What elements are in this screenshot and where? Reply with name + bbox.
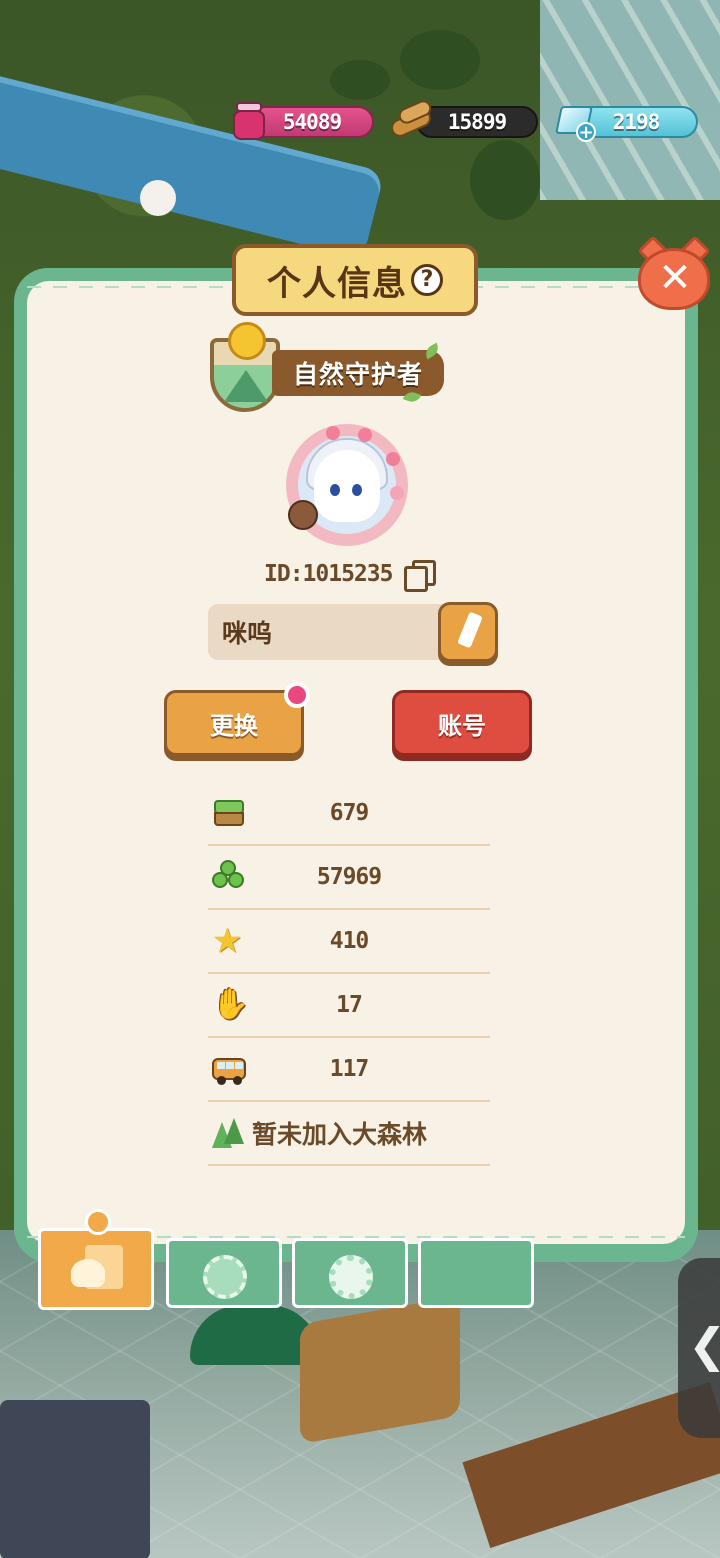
stat-value: 117 [329, 1056, 370, 1082]
tree [400, 30, 480, 90]
gear-icon [329, 1255, 373, 1299]
greenhouse [540, 0, 720, 200]
diamond-plus-icon[interactable]: + [555, 102, 596, 142]
stat-value: 57969 [316, 864, 382, 890]
close-icon: ✕ [658, 255, 692, 301]
nickname-value: 咪呜 [222, 619, 273, 648]
stat-value: 410 [329, 928, 370, 954]
close-button[interactable]: ✕ [636, 235, 714, 312]
panel-title: 个人信息 [267, 263, 407, 304]
stat-row: 57969 [208, 846, 490, 910]
change-avatar-button[interactable]: 更换 [164, 690, 304, 756]
tab-hanger [85, 1209, 111, 1235]
jam-jar-icon [232, 102, 266, 142]
forest-status-row[interactable]: 暂未加入大森林 [208, 1102, 490, 1166]
profile-tab[interactable] [38, 1209, 154, 1310]
panel-title-plate: 个人信息 ? [232, 244, 478, 316]
panel-tab-bar [38, 1209, 538, 1310]
bear-icon [288, 500, 318, 530]
notification-dot [284, 682, 310, 708]
market-stall [0, 1400, 150, 1558]
tree [330, 60, 390, 100]
profile-card-icon [71, 1245, 123, 1289]
stat-row: 679 [208, 782, 490, 846]
stat-value: 17 [336, 992, 363, 1018]
chevron-left-icon: ❮ [688, 1318, 720, 1372]
badge-title-ribbon: 自然守护者 [272, 350, 444, 396]
pencil-icon [457, 611, 483, 649]
badge-title: 自然守护者 [292, 360, 423, 389]
account-button[interactable]: 账号 [392, 690, 532, 756]
bunny-character [140, 180, 176, 216]
album-icon [451, 1255, 503, 1299]
stat-row: ✋ 17 [208, 974, 490, 1038]
player-id-row: ID:1015235 [264, 560, 437, 592]
badge-icon [203, 1255, 247, 1299]
stats-list: 679 57969 ★ 410 ✋ 17 117 暂未加入大森林 [208, 782, 490, 1166]
stat-row: 117 [208, 1038, 490, 1102]
forest-trees-icon [212, 1116, 246, 1150]
jam-currency[interactable]: 54089 [232, 102, 374, 142]
wood-currency[interactable]: 15899 [388, 97, 538, 140]
gem-currency[interactable]: + 2198 [555, 102, 698, 142]
stat-value: 679 [329, 800, 370, 826]
avatar[interactable] [286, 424, 408, 546]
badges-tab[interactable] [166, 1238, 282, 1308]
forest-status: 暂未加入大森林 [252, 1120, 428, 1149]
side-expand-button[interactable]: ❮ [678, 1258, 720, 1438]
album-tab[interactable] [418, 1238, 534, 1308]
settings-tab[interactable] [292, 1238, 408, 1308]
help-icon[interactable]: ? [411, 264, 443, 296]
tree [470, 140, 540, 220]
wood-log-icon [388, 97, 434, 140]
stat-row: ★ 410 [208, 910, 490, 974]
player-id: ID:1015235 [264, 561, 393, 587]
wood-amount: 15899 [416, 106, 538, 138]
copy-icon[interactable] [404, 560, 437, 592]
jam-amount: 54089 [250, 106, 374, 138]
edit-name-button[interactable] [438, 602, 498, 662]
